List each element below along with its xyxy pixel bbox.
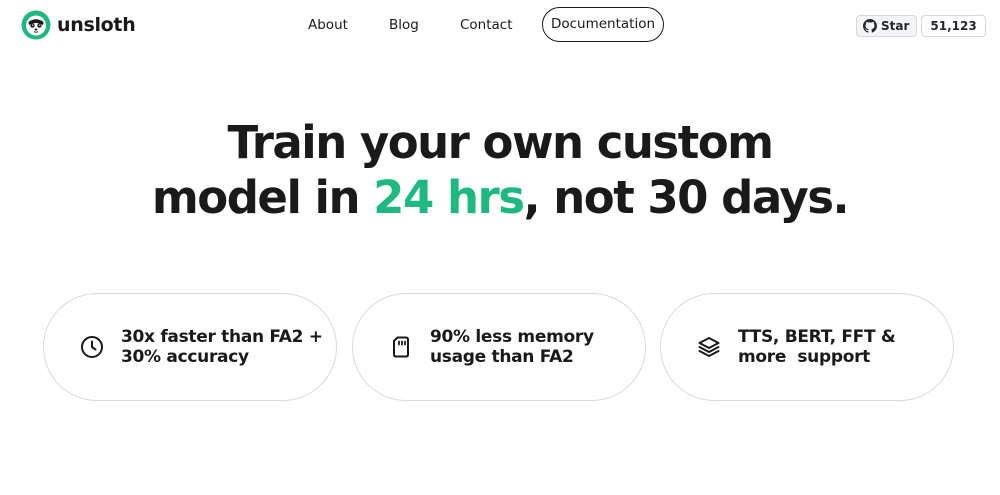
github-star-count[interactable]: 51,123 [921,15,986,37]
nav-link-about[interactable]: About [308,17,348,33]
feature-text-speed: 30x faster than FA2 + 30% accuracy [121,327,323,367]
clock-icon [81,336,103,358]
feature-line-1: 30x faster than FA2 + [121,327,323,347]
hero-line-2-suffix: , not 30 days. [523,171,849,224]
feature-line-1: 90% less memory [430,327,594,347]
hero-line-2-accent: 24 hrs [373,171,525,224]
feature-line-2: 30% accuracy [121,347,249,367]
top-navigation: unsloth About Blog Contact Documentation… [0,0,1000,50]
github-icon [863,19,877,33]
feature-line-1: TTS, BERT, FFT & [738,327,896,347]
brand-logo-link[interactable]: unsloth [21,10,136,40]
feature-text-support: TTS, BERT, FFT & more support [738,327,938,367]
feature-text-memory: 90% less memory usage than FA2 [430,327,630,367]
hero-headline: Train your own custom model in 24 hrs, n… [0,115,1000,225]
nav-link-blog[interactable]: Blog [389,17,419,33]
feature-line-2: usage than FA2 [430,347,574,367]
sloth-logo-icon [21,10,51,40]
brand-name: unsloth [57,13,136,36]
github-star-label: Star [881,19,910,33]
github-star-button[interactable]: Star [856,15,918,37]
feature-card-memory: 90% less memory usage than FA2 [352,293,646,401]
landing-page: unsloth About Blog Contact Documentation… [0,0,1000,495]
memory-card-icon [393,336,409,358]
hero-line-1: Train your own custom [227,116,774,169]
layers-icon [698,337,720,357]
github-star-widget: Star 51,123 [856,15,986,37]
nav-link-contact[interactable]: Contact [460,17,513,33]
feature-line-2: more support [738,347,870,367]
feature-card-support: TTS, BERT, FFT & more support [660,293,954,401]
documentation-button[interactable]: Documentation [542,7,664,42]
hero-line-2-prefix: model in [151,171,374,224]
feature-card-speed: 30x faster than FA2 + 30% accuracy [43,293,337,401]
